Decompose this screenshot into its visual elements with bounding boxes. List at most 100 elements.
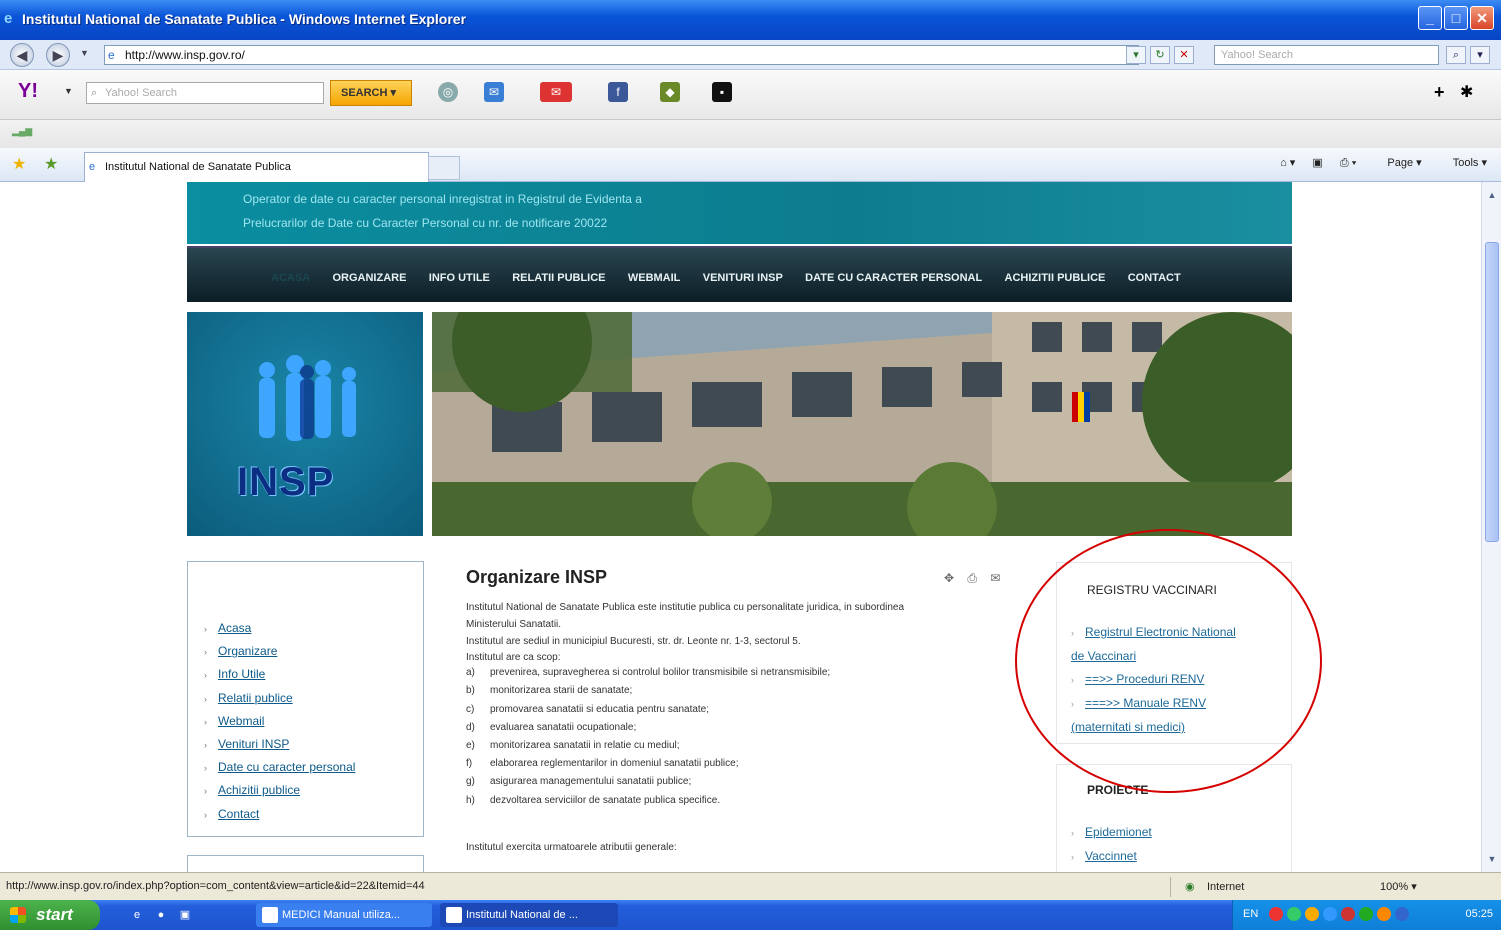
yahoo-search-input[interactable]: ⌕ Yahoo! Search <box>86 82 324 104</box>
globe-icon[interactable]: ◎ <box>438 82 458 102</box>
tray-icon[interactable] <box>1287 907 1301 921</box>
favorites-star-icon[interactable]: ★ <box>12 154 26 174</box>
url-dropdown-icon[interactable]: ▾ <box>1126 46 1146 64</box>
scrollbar-thumb[interactable] <box>1485 242 1499 542</box>
taskbar-button-ie[interactable]: Institutul National de ... <box>440 903 618 927</box>
page-menu[interactable]: Page ▾ <box>1373 157 1421 169</box>
pdf-icon[interactable]: ✥ <box>944 571 954 585</box>
left-menu-webmail[interactable]: › Webmail <box>204 713 355 736</box>
start-button[interactable]: start <box>0 900 100 930</box>
maximize-button[interactable]: □ <box>1444 6 1468 30</box>
link-vaccinnet[interactable]: › Vaccinnet <box>1071 845 1152 869</box>
history-dropdown-icon[interactable]: ▼ <box>80 48 89 58</box>
vertical-scrollbar[interactable]: ▲ ▼ <box>1481 182 1501 872</box>
tray-icon[interactable] <box>1341 907 1355 921</box>
print-article-icon[interactable]: ⎙ <box>967 571 977 585</box>
link-proceduri-label: ==>> Proceduri RENV <box>1085 672 1205 686</box>
stop-icon[interactable]: ✕ <box>1174 46 1194 64</box>
media-icon[interactable]: ▪ <box>712 82 732 102</box>
link-manuale-renv[interactable]: › ===>> Manuale RENV (maternitati si medic… <box>1071 692 1285 739</box>
left-menu-contact[interactable]: › Contact <box>204 806 355 829</box>
left-menu-acasa[interactable]: › Acasa <box>204 620 355 643</box>
search-options-icon[interactable]: ▾ <box>1470 46 1490 64</box>
nav-venituri-insp[interactable]: VENITURI INSP <box>703 272 783 284</box>
tray-icon[interactable] <box>1305 907 1319 921</box>
link-proceduri-renv[interactable]: › ==>> Proceduri RENV <box>1071 668 1285 692</box>
nav-webmail[interactable]: WEBMAIL <box>628 272 681 284</box>
article-para-2: Institutul are sediul in municipiul Bucu… <box>466 635 801 647</box>
forward-button[interactable]: ▶ <box>46 43 70 67</box>
nav-organizare[interactable]: ORGANIZARE <box>332 272 406 284</box>
refresh-icon[interactable]: ↻ <box>1150 46 1170 64</box>
minimize-button[interactable]: _ <box>1418 6 1442 30</box>
link-renv-l2: de Vaccinari <box>1071 649 1137 663</box>
left-menu-achizitii[interactable]: › Achizitii publice <box>204 782 355 805</box>
nav-achizitii[interactable]: ACHIZITII PUBLICE <box>1005 272 1106 284</box>
scroll-up-icon[interactable]: ▲ <box>1485 188 1499 202</box>
close-button[interactable]: ✕ <box>1470 6 1494 30</box>
back-button[interactable]: ◀ <box>10 43 34 67</box>
tray-icon[interactable] <box>1395 907 1409 921</box>
yahoo-menu-icon[interactable]: ▼ <box>64 86 73 96</box>
registru-vaccinari-box: REGISTRU VACCINARI › Registrul Electronic… <box>1056 562 1292 744</box>
messenger-icon[interactable]: ✉ <box>540 82 572 102</box>
bullet-icon: › <box>204 647 207 658</box>
url-input[interactable]: e http://www.insp.gov.ro/ <box>104 45 1139 65</box>
ie-quicklaunch-icon[interactable]: e <box>130 908 144 922</box>
tab-insp[interactable]: e Institutul National de Sanatate Public… <box>84 152 429 182</box>
link-epidemionet[interactable]: › Epidemionet <box>1071 821 1152 845</box>
nav-info-utile[interactable]: INFO UTILE <box>429 272 490 284</box>
facebook-icon[interactable]: f <box>608 82 628 102</box>
left-menu-label: Venituri INSP <box>218 736 290 751</box>
tray-icon[interactable] <box>1377 907 1391 921</box>
nav-date-personal[interactable]: DATE CU CARACTER PERSONAL <box>805 272 982 284</box>
forward-arrow-icon: ▶ <box>52 47 64 63</box>
quicklaunch-icon[interactable]: ● <box>154 908 168 922</box>
registru-title: REGISTRU VACCINARI <box>1087 583 1217 597</box>
left-menu-relatii-publice[interactable]: › Relatii publice <box>204 690 355 713</box>
signal-icon: ▂▄▆ <box>12 126 33 136</box>
widget-icon[interactable]: ◆ <box>660 82 680 102</box>
link-renv[interactable]: › Registrul Electronic National de Vaccina… <box>1071 621 1285 668</box>
yahoo-logo[interactable]: Y! <box>18 80 38 103</box>
email-article-icon[interactable]: ✉ <box>990 571 1000 585</box>
insp-logo[interactable]: INSP <box>187 312 423 536</box>
tray-icon[interactable] <box>1269 907 1283 921</box>
language-indicator[interactable]: EN <box>1243 908 1258 920</box>
tools-menu[interactable]: Tools ▾ <box>1439 157 1487 169</box>
scroll-down-icon[interactable]: ▼ <box>1485 852 1499 866</box>
building-image <box>432 312 1292 536</box>
clock[interactable]: 05:25 <box>1465 908 1493 920</box>
nav-acasa[interactable]: ACASA <box>271 272 310 284</box>
search-icon[interactable]: ⌕ <box>1446 46 1466 64</box>
site-banner: Operator de date cu caracter personal in… <box>187 182 1292 244</box>
add-icon[interactable]: + <box>1434 82 1445 103</box>
left-menu-organizare[interactable]: › Organizare <box>204 643 355 666</box>
ie-icon: e <box>4 10 13 27</box>
item-letter: a) <box>466 667 475 679</box>
home-icon[interactable]: ⌂ ▾ <box>1280 157 1295 169</box>
left-menu-label: Info Utile <box>218 667 266 682</box>
feeds-icon[interactable]: ▣ <box>1312 157 1322 169</box>
new-tab-button[interactable] <box>428 156 460 180</box>
nav-contact[interactable]: CONTACT <box>1128 272 1181 284</box>
taskbar-button-manual[interactable]: MEDICI Manual utiliza... <box>256 903 432 927</box>
print-icon[interactable]: ⎙ ▾ <box>1340 157 1356 169</box>
left-menu-date-personal[interactable]: › Date cu caracter personal <box>204 759 355 782</box>
gear-icon[interactable]: ✱ <box>1460 82 1473 102</box>
tray-icon[interactable] <box>1323 907 1337 921</box>
nav-relatii-publice[interactable]: RELATII PUBLICE <box>512 272 605 284</box>
mail-icon[interactable]: ✉ <box>484 82 504 102</box>
left-menu-venituri[interactable]: › Venituri INSP <box>204 736 355 759</box>
item-letter: e) <box>466 740 475 751</box>
item-text: monitorizarea starii de sanatate; <box>490 685 633 697</box>
yahoo-search-button[interactable]: SEARCH ▾ <box>330 80 412 106</box>
browser-search-input[interactable]: Yahoo! Search <box>1214 45 1439 65</box>
zoom-control[interactable]: 100% ▾ <box>1380 880 1417 893</box>
link-renv-l1: Registrul Electronic National <box>1085 625 1236 639</box>
tray-icon[interactable] <box>1359 907 1373 921</box>
add-favorites-icon[interactable]: ★ <box>44 154 58 174</box>
desktop-quicklaunch-icon[interactable]: ▣ <box>178 908 192 922</box>
left-menu-info-utile[interactable]: › Info Utile <box>204 666 355 689</box>
left-menu-label: Contact <box>218 806 260 821</box>
